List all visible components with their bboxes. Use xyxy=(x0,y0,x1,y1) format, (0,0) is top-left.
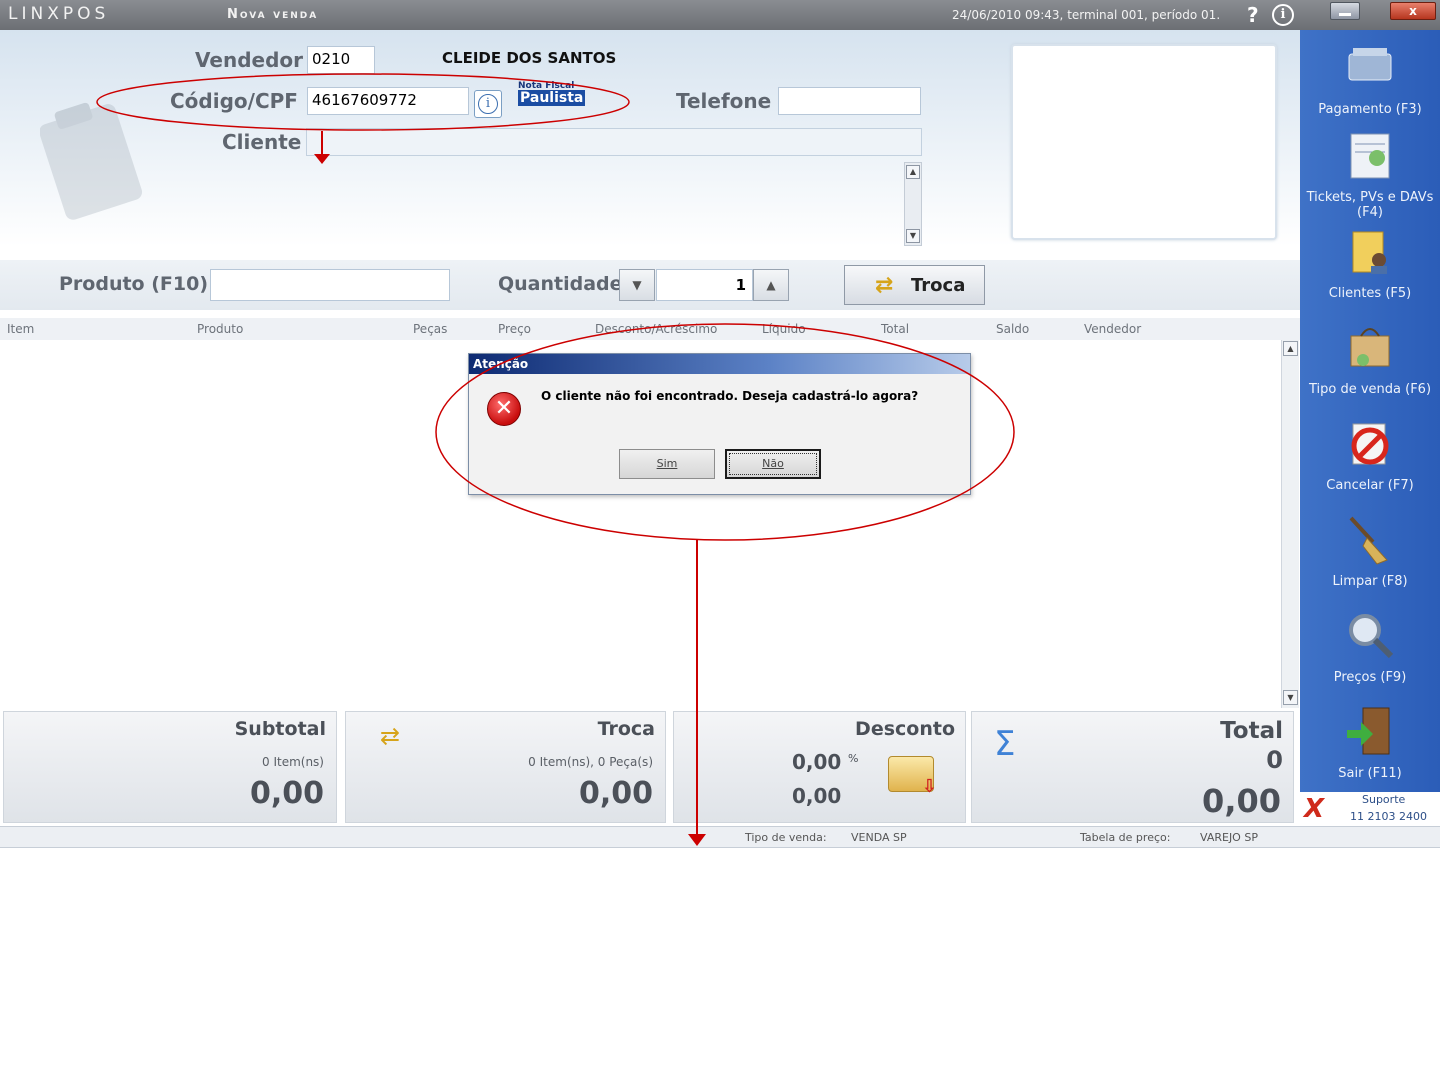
col-liquido[interactable]: Líquido xyxy=(762,322,806,336)
window-title: Nova venda xyxy=(227,7,319,22)
vendedor-label: Vendedor xyxy=(195,48,303,72)
desconto-panel: Desconto 0,00 % 0,00 ⇩ xyxy=(673,711,966,823)
cliente-field[interactable] xyxy=(306,128,922,156)
action-sidebar: Pagamento (F3) Tickets, PVs e DAVs (F4) … xyxy=(1300,30,1440,792)
session-status: 24/06/2010 09:43, terminal 001, período … xyxy=(952,8,1221,22)
exchange-arrows-icon: ⇄ xyxy=(380,722,401,750)
quantidade-field[interactable]: 1 xyxy=(656,269,753,301)
quantity-decrease-button[interactable]: ▼ xyxy=(619,269,655,301)
sidebar-item-clientes[interactable]: Clientes (F5) xyxy=(1300,224,1440,301)
sale-type-icon xyxy=(1350,328,1390,367)
col-item[interactable]: Item xyxy=(7,322,34,336)
items-grid-header: Item Produto Peças Preço Desconto/Acrésc… xyxy=(0,318,1300,340)
total-value: 0,00 xyxy=(1202,782,1281,820)
sidebar-item-tipo-venda[interactable]: Tipo de venda (F6) xyxy=(1300,320,1440,397)
sidebar-item-limpar[interactable]: Limpar (F8) xyxy=(1300,512,1440,589)
tipo-venda-value: VENDA SP xyxy=(851,831,907,844)
clipboard-icon xyxy=(40,102,143,220)
exit-icon xyxy=(1347,707,1390,755)
payment-icon xyxy=(1348,48,1392,81)
title-bar: LINXPOS Nova venda 24/06/2010 09:43, ter… xyxy=(0,0,1440,30)
grid-scrollbar[interactable]: ▲ ▼ xyxy=(1281,340,1299,708)
sidebar-item-sair[interactable]: Sair (F11) xyxy=(1300,704,1440,781)
col-preco[interactable]: Preço xyxy=(498,322,531,336)
grid-scroll-up-icon[interactable]: ▲ xyxy=(1283,341,1298,356)
info-circle-icon: i xyxy=(478,94,498,114)
linx-x-logo-icon: X xyxy=(1304,794,1325,824)
customer-photo-box xyxy=(1011,44,1277,240)
clients-icon xyxy=(1352,231,1387,274)
troca-panel: ⇄ Troca 0 Item(ns), 0 Peça(s) 0,00 xyxy=(345,711,666,823)
col-saldo[interactable]: Saldo xyxy=(996,322,1029,336)
linxpos-window: LINXPOS Nova venda 24/06/2010 09:43, ter… xyxy=(0,0,1440,848)
codigo-cpf-field[interactable]: 46167609772 xyxy=(307,87,469,115)
subtotal-items: 0 Item(ns) xyxy=(262,755,324,769)
subtotal-panel: Subtotal 0 Item(ns) 0,00 xyxy=(3,711,337,823)
help-icon[interactable]: ? xyxy=(1247,3,1259,27)
vendedor-name: CLEIDE DOS SANTOS xyxy=(442,49,617,67)
vendedor-code-field[interactable]: 0210 xyxy=(307,46,375,74)
info-icon[interactable]: i xyxy=(1272,4,1294,26)
sigma-icon: Σ xyxy=(994,724,1016,764)
total-title: Total xyxy=(1220,718,1283,744)
desconto-percent[interactable]: 0,00 xyxy=(792,750,841,774)
produto-label: Produto (F10) xyxy=(59,273,209,295)
total-count: 0 xyxy=(1266,746,1283,774)
tabela-preco-label: Tabela de preço: xyxy=(1080,831,1171,844)
discount-box-icon[interactable]: ⇩ xyxy=(888,756,937,797)
col-desconto[interactable]: Desconto/Acréscimo xyxy=(595,322,717,336)
yes-button[interactable]: Sim xyxy=(619,449,715,479)
grid-scroll-down-icon[interactable]: ▼ xyxy=(1283,690,1298,705)
subtotal-title: Subtotal xyxy=(234,718,326,740)
sidebar-item-pagamento[interactable]: Pagamento (F3) xyxy=(1300,40,1440,117)
dialog-title: Atenção xyxy=(469,354,970,374)
tipo-venda-label: Tipo de venda: xyxy=(745,831,827,844)
troca-button[interactable]: ⇄ Troca xyxy=(844,265,985,305)
cliente-label: Cliente xyxy=(222,130,302,154)
troca-title: Troca xyxy=(597,718,655,740)
error-icon: ✕ xyxy=(487,392,521,426)
dialog-message: O cliente não foi encontrado. Deseja cad… xyxy=(541,389,919,403)
codigo-cpf-label: Código/CPF xyxy=(170,89,298,113)
col-produto[interactable]: Produto xyxy=(197,322,243,336)
col-pecas[interactable]: Peças xyxy=(413,322,447,336)
quantidade-label: Quantidade xyxy=(498,273,623,295)
exchange-arrows-icon: ⇄ xyxy=(875,273,894,298)
prices-icon xyxy=(1349,614,1394,659)
percent-sign: % xyxy=(848,752,859,765)
col-vendedor[interactable]: Vendedor xyxy=(1084,322,1141,336)
minimize-button[interactable] xyxy=(1330,2,1360,20)
desconto-title: Desconto xyxy=(855,718,955,740)
broom-icon xyxy=(1349,516,1388,565)
close-button[interactable]: x xyxy=(1390,2,1436,20)
troca-value: 0,00 xyxy=(578,776,653,811)
support-label: Suporte xyxy=(1362,793,1406,806)
cliente-scrollbar[interactable]: ▲ ▼ xyxy=(904,162,922,246)
attention-dialog: Atenção ✕ O cliente não foi encontrado. … xyxy=(468,353,971,495)
customer-info-button[interactable]: i xyxy=(474,90,502,118)
support-info[interactable]: X Suporte 11 2103 2400 xyxy=(1300,792,1440,826)
status-bar: Tipo de venda: VENDA SP Tabela de preço:… xyxy=(0,826,1440,848)
no-button[interactable]: Não xyxy=(725,449,821,479)
scroll-up-icon[interactable]: ▲ xyxy=(906,165,920,179)
produto-field[interactable] xyxy=(210,269,450,301)
total-panel: Σ Total 0 0,00 xyxy=(971,711,1294,823)
tickets-icon xyxy=(1350,133,1390,179)
app-logo: LINXPOS xyxy=(8,4,110,24)
telefone-field[interactable] xyxy=(778,87,921,115)
sidebar-item-tickets[interactable]: Tickets, PVs e DAVs (F4) xyxy=(1300,128,1440,220)
tabela-preco-value: VAREJO SP xyxy=(1200,831,1258,844)
telefone-label: Telefone xyxy=(676,89,772,113)
quantity-increase-button[interactable]: ▲ xyxy=(753,269,789,301)
nota-paulista-logo[interactable]: Nota Fiscal Paulista xyxy=(516,81,586,109)
sidebar-item-precos[interactable]: Preços (F9) xyxy=(1300,608,1440,685)
cancel-icon xyxy=(1351,423,1389,465)
sidebar-item-cancelar[interactable]: Cancelar (F7) xyxy=(1300,416,1440,493)
support-phone: 11 2103 2400 xyxy=(1350,810,1427,823)
scroll-down-icon[interactable]: ▼ xyxy=(906,229,920,243)
subtotal-value: 0,00 xyxy=(249,776,324,811)
col-total[interactable]: Total xyxy=(881,322,909,336)
desconto-value[interactable]: 0,00 xyxy=(792,784,841,808)
troca-items: 0 Item(ns), 0 Peça(s) xyxy=(528,755,653,769)
